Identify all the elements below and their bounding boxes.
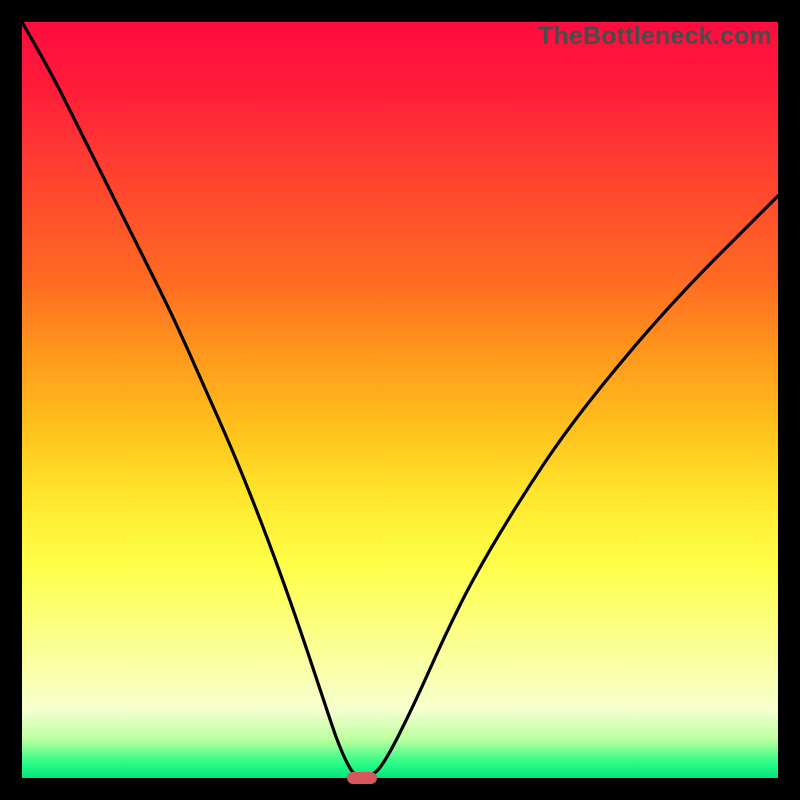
chart-frame: TheBottleneck.com [0, 0, 800, 800]
bottleneck-curve [22, 22, 778, 778]
curve-path [22, 22, 778, 778]
plot-area: TheBottleneck.com [22, 22, 778, 778]
